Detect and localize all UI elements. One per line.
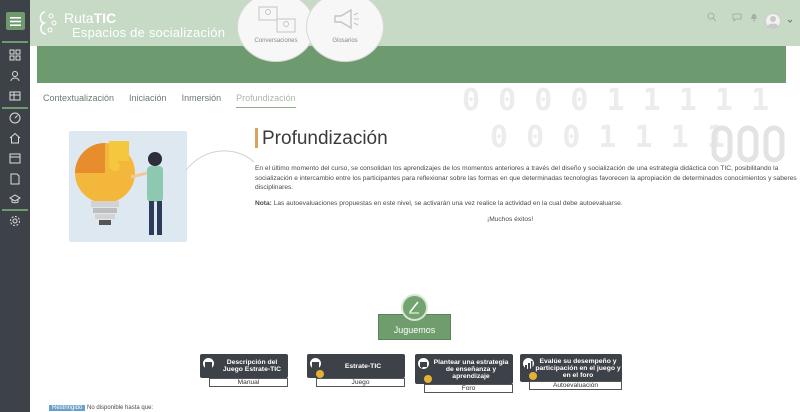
note-text: Las autoevaluaciones propuestas en este … — [271, 200, 623, 207]
logo-prefix: Ruta — [64, 10, 94, 26]
lightbulb-illustration-icon — [75, 141, 163, 235]
search-icon[interactable] — [707, 12, 717, 22]
title-marker — [255, 128, 258, 148]
rail-divider — [2, 107, 28, 109]
activity-badge — [416, 356, 431, 371]
megaphone-icon — [334, 8, 359, 30]
status-badge — [424, 375, 432, 383]
rutatic-logo-icon — [39, 11, 57, 35]
conversations-label: Conversaciones — [254, 38, 298, 44]
activity-badge — [521, 356, 536, 371]
activity-type: Manual — [209, 378, 288, 387]
section-title: Profundización — [262, 128, 388, 149]
calendar-icon[interactable] — [9, 152, 21, 164]
bell-icon[interactable] — [749, 12, 759, 22]
left-nav-rail — [0, 0, 30, 412]
play-circle — [401, 294, 428, 321]
decorative-curve — [186, 150, 255, 171]
status-badge — [529, 372, 537, 380]
restriction-text: No disponible hasta que: — [87, 405, 154, 411]
section-note: Nota: Las autoevaluaciones propuestas en… — [255, 200, 797, 207]
activity-type: Autoevaluación — [529, 381, 622, 390]
grades-icon[interactable] — [9, 90, 21, 102]
courses-icon[interactable] — [9, 193, 21, 205]
restriction-pill: Restringido — [49, 405, 86, 411]
avatar[interactable] — [765, 13, 781, 29]
note-label: Nota: — [255, 200, 272, 207]
user-icon — [767, 16, 779, 28]
activity-type: Juego — [316, 378, 405, 387]
files-icon[interactable] — [9, 173, 21, 185]
restriction-notice: Restringido No disponible hasta que: — [49, 405, 153, 411]
course-section-tabs: Contextualización Iniciación Inmersión P… — [43, 93, 296, 108]
glossary-label: Glosarios — [332, 38, 358, 44]
chevron-down-icon[interactable] — [787, 18, 793, 24]
activity-card-game[interactable]: Estrate-TIC Juego — [307, 354, 405, 394]
tab-iniciacion[interactable]: Iniciación — [129, 93, 167, 108]
tab-contextualizacion[interactable]: Contextualización — [43, 93, 114, 108]
activity-card-forum[interactable]: Plantear una estrategia de enseñanza y a… — [415, 354, 513, 394]
chat-icon — [420, 362, 427, 369]
participants-icon[interactable] — [9, 70, 21, 82]
header-green-strip — [37, 46, 786, 83]
pencil-icon — [409, 301, 419, 314]
speedometer-icon[interactable] — [9, 112, 21, 124]
tab-inmersion[interactable]: Inmersión — [182, 93, 222, 108]
site-subtitle: Espacios de socialización — [72, 25, 226, 40]
activity-type: Foro — [424, 384, 513, 393]
activity-card-manual[interactable]: Descripción del Juego Estrate-TIC Manual — [200, 354, 288, 394]
logo-bold: TIC — [93, 10, 117, 26]
menu-toggle-button[interactable] — [6, 12, 25, 30]
bar-chart-icon — [525, 361, 533, 369]
background-zero-decoration — [711, 125, 785, 163]
hamburger-icon — [10, 16, 21, 26]
tab-profundizacion[interactable]: Profundización — [236, 93, 296, 108]
dashboard-icon[interactable] — [9, 49, 21, 61]
course-page: RutaTIC Espacios de socialización Conver… — [0, 0, 800, 412]
chat-people-icon — [258, 6, 296, 33]
activity-badge — [201, 356, 216, 371]
section-description: En el último momento del curso, se conso… — [255, 165, 797, 192]
status-badge — [316, 370, 324, 378]
background-binary-decoration: 0 0 0 0 1 1 1 1 1 — [462, 83, 770, 118]
messages-icon[interactable] — [732, 12, 742, 22]
site-logo[interactable]: RutaTIC — [64, 10, 116, 26]
background-binary-decoration: 0 0 0 1 1 1 1 — [490, 120, 725, 155]
cheer-text: ¡Muchos éxitos! — [487, 216, 534, 223]
activity-card-selfassessment[interactable]: Evalúe su desempeño y participación en e… — [520, 354, 622, 394]
rail-divider — [2, 41, 28, 43]
home-icon[interactable] — [9, 132, 21, 144]
gear-icon[interactable] — [9, 215, 21, 227]
book-icon — [205, 362, 212, 369]
rail-divider — [2, 209, 28, 211]
lightbulb-puzzle-illustration — [69, 131, 187, 242]
activity-badge — [308, 356, 323, 371]
